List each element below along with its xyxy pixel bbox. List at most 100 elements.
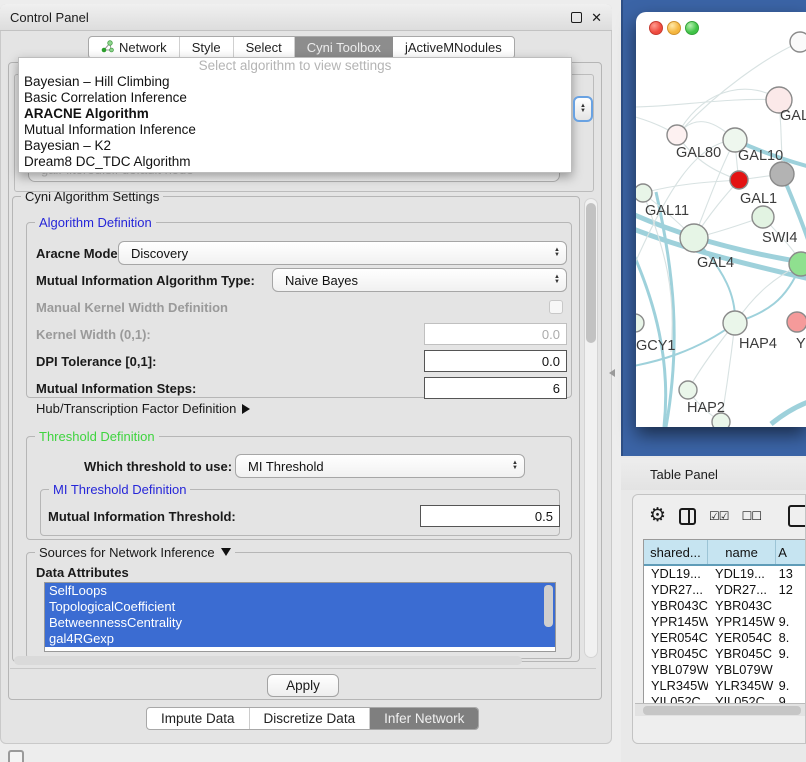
table-row[interactable]: YBL079WYBL079W: [644, 662, 806, 678]
tab-impute-data[interactable]: Impute Data: [147, 708, 250, 729]
dropdown-item[interactable]: Bayesian – K2: [19, 138, 571, 154]
horizontal-scrollbar[interactable]: [14, 656, 522, 665]
node-gal4[interactable]: [680, 224, 708, 252]
apply-button[interactable]: Apply: [267, 674, 339, 697]
column-header-name[interactable]: name: [708, 540, 776, 564]
table-panel-titlebar: Table Panel: [621, 458, 806, 490]
tab-discretize-data[interactable]: Discretize Data: [250, 708, 371, 729]
node-label: GAL7: [780, 108, 806, 124]
tab-network[interactable]: Network: [89, 37, 180, 58]
which-threshold-combo[interactable]: MI Threshold ▲▼: [235, 454, 525, 478]
dropdown-prompt: Select algorithm to view settings: [19, 58, 571, 74]
tab-select[interactable]: Select: [234, 37, 295, 58]
table-row[interactable]: YDR27...YDR27...12: [644, 582, 806, 598]
bottom-corner-icon[interactable]: [8, 750, 24, 762]
table-row[interactable]: YBR043CYBR043C: [644, 598, 806, 614]
node-label: GAL1: [740, 191, 777, 207]
dropdown-item[interactable]: Dream8 DC_TDC Algorithm: [19, 154, 571, 170]
node-label: GAL4: [697, 255, 734, 271]
dropdown-item[interactable]: Mutual Information Inference: [19, 122, 571, 138]
network-view-window[interactable]: GAL7 GAL80 GAL10 GAL1 SWI4 GAL11 GAL4 GC…: [636, 12, 806, 427]
dpi-tolerance-field[interactable]: [424, 350, 567, 372]
algorithm-dropdown-popup: Select algorithm to view settings Bayesi…: [18, 57, 572, 173]
manual-kernel-checkbox[interactable]: [549, 300, 563, 314]
node-hap4[interactable]: [723, 311, 747, 335]
table-row[interactable]: YLR345WYLR345W9.: [644, 678, 806, 694]
tab-style[interactable]: Style: [180, 37, 234, 58]
kernel-width-label: Kernel Width (0,1):: [36, 327, 151, 342]
node-gray[interactable]: [770, 162, 794, 186]
tab-label: Infer Network: [384, 711, 464, 726]
mi-steps-field[interactable]: [424, 377, 567, 399]
node-gal80[interactable]: [667, 125, 687, 145]
tab-jactivemnodules[interactable]: jActiveMNodules: [393, 37, 514, 58]
list-item[interactable]: gal4RGexp: [45, 631, 555, 647]
mi-type-combo[interactable]: Naive Bayes ▲▼: [272, 268, 567, 292]
cell: YBR043C: [708, 598, 777, 614]
tab-cyni-toolbox[interactable]: Cyni Toolbox: [295, 37, 393, 58]
split-columns-icon[interactable]: [679, 508, 696, 525]
cell: YBL079W: [708, 662, 777, 678]
node-salmon[interactable]: [787, 312, 806, 332]
scrollbar-thumb[interactable]: [643, 706, 801, 715]
scrollbar-thumb[interactable]: [586, 203, 596, 343]
table-row[interactable]: YDL19...YDL19...13: [644, 566, 806, 582]
table-row[interactable]: YBR045CYBR045C9.: [644, 646, 806, 662]
mi-threshold-field[interactable]: [420, 505, 560, 527]
dropdown-item[interactable]: Basic Correlation Inference: [19, 90, 571, 106]
mi-threshold-label: Mutual Information Threshold:: [48, 509, 236, 524]
cell: 12: [777, 582, 806, 598]
node-label: HAP4: [739, 336, 777, 352]
node-label: HAP2: [687, 400, 725, 416]
node-gcy1[interactable]: [636, 314, 644, 332]
select-all-icon[interactable]: ☑☑: [709, 509, 729, 523]
aracne-mode-combo[interactable]: Discovery ▲▼: [118, 241, 567, 265]
close-icon[interactable]: ✕: [591, 12, 602, 23]
table-horizontal-scrollbar[interactable]: [635, 703, 806, 716]
table-panel-title: Table Panel: [650, 467, 718, 482]
algorithm-definition-title: Algorithm Definition: [35, 215, 156, 230]
gear-icon[interactable]: ⚙: [649, 506, 666, 526]
mi-type-value: Naive Bayes: [285, 273, 554, 288]
list-scrollbar[interactable]: [544, 585, 553, 649]
document-icon[interactable]: [788, 505, 806, 527]
tab-infer-network[interactable]: Infer Network: [370, 708, 478, 729]
settings-scrollbar[interactable]: [584, 198, 598, 658]
sources-toggle[interactable]: Sources for Network Inference: [35, 545, 235, 560]
deselect-all-icon[interactable]: ☐☐: [742, 509, 762, 523]
dropdown-item[interactable]: Bayesian – Hill Climbing: [19, 74, 571, 90]
float-window-icon[interactable]: [571, 12, 582, 23]
node-gal1[interactable]: [730, 171, 748, 189]
node-green[interactable]: [789, 252, 806, 276]
table-row[interactable]: YPR145WYPR145W9.: [644, 614, 806, 630]
kernel-width-field[interactable]: [424, 323, 567, 345]
dropdown-item-aracne[interactable]: ARACNE Algorithm: [19, 106, 571, 122]
cell: YER054C: [708, 630, 777, 646]
node-gal11[interactable]: [636, 184, 652, 202]
node-label: Y: [796, 336, 806, 352]
node[interactable]: [790, 32, 806, 52]
list-item[interactable]: BetweennessCentrality: [45, 615, 555, 631]
node-swi4[interactable]: [752, 206, 774, 228]
scrollbar-thumb[interactable]: [544, 585, 553, 627]
network-labels: GAL7 GAL80 GAL10 GAL1 SWI4 GAL11 GAL4 GC…: [636, 108, 806, 416]
hub-definition-label: Hub/Transcription Factor Definition: [36, 401, 236, 416]
list-item[interactable]: TopologicalCoefficient: [45, 599, 555, 615]
dpi-tolerance-label: DPI Tolerance [0,1]:: [36, 354, 156, 369]
list-item[interactable]: SelfLoops: [45, 583, 555, 599]
algorithm-combo-button[interactable]: ▲▼: [573, 96, 593, 122]
cell: 13: [777, 566, 806, 582]
table-row[interactable]: YER054CYER054C8.: [644, 630, 806, 646]
network-canvas[interactable]: GAL7 GAL80 GAL10 GAL1 SWI4 GAL11 GAL4 GC…: [636, 12, 806, 427]
table-header-row: shared... name A: [644, 540, 806, 566]
cell: YDR27...: [708, 582, 777, 598]
column-header-shared-name[interactable]: shared...: [644, 540, 708, 564]
column-header-partial[interactable]: A: [776, 540, 806, 564]
combo-arrows-icon: ▲▼: [554, 248, 560, 258]
node-hap2[interactable]: [679, 381, 697, 399]
tab-label: jActiveMNodules: [405, 40, 502, 55]
panel-splitter-icon[interactable]: [609, 369, 615, 377]
cell: 8.: [777, 630, 806, 646]
hub-definition-toggle[interactable]: Hub/Transcription Factor Definition: [36, 401, 250, 416]
cell: YPR145W: [708, 614, 777, 630]
